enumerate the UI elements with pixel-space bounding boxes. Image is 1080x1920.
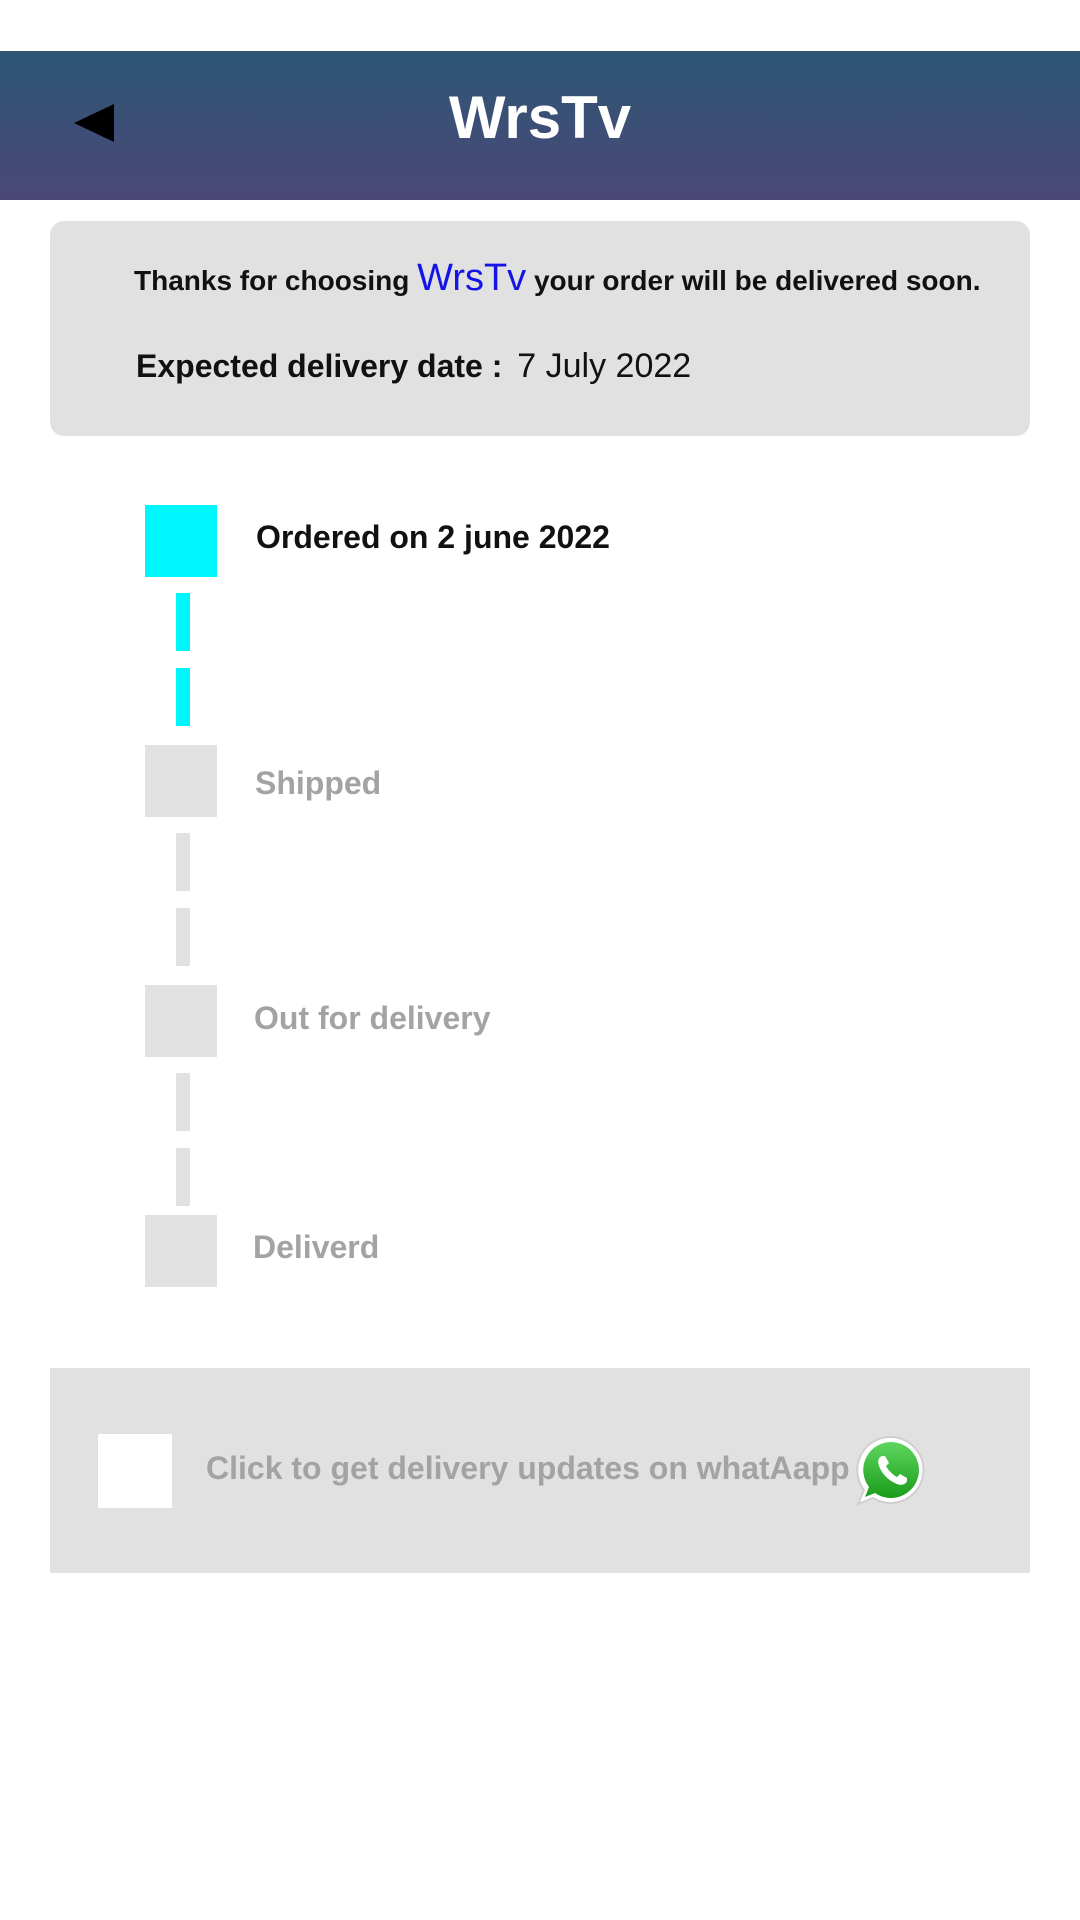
step-label-shipped: Shipped <box>255 765 382 801</box>
connector-dash <box>176 1073 190 1131</box>
expected-delivery: Expected delivery date : 7 July 2022 <box>136 347 691 386</box>
connector-dash <box>176 668 190 726</box>
thanks-message: Thanks for choosing WrsTv your order wil… <box>134 257 981 300</box>
step-indicator-delivered <box>145 1215 217 1287</box>
step-label-out-for-delivery: Out for delivery <box>254 1000 491 1036</box>
app-bar: WrsTv <box>0 51 1080 200</box>
step-label-ordered: Ordered on 2 june 2022 <box>256 519 610 555</box>
order-info-card: Thanks for choosing WrsTv your order wil… <box>50 221 1030 436</box>
brand-name: WrsTv <box>417 257 527 299</box>
step-indicator-ordered <box>145 505 217 577</box>
connector-dash <box>176 1148 190 1206</box>
whatsapp-updates-text[interactable]: Click to get delivery updates on whatAap… <box>206 1450 850 1487</box>
app-title: WrsTv <box>448 84 632 151</box>
connector-dash <box>176 908 190 966</box>
connector-dash <box>176 593 190 651</box>
delivery-date: 7 July 2022 <box>517 347 692 385</box>
step-indicator-out-for-delivery <box>145 985 217 1057</box>
whatsapp-updates-panel: Click to get delivery updates on whatAap… <box>50 1368 1030 1573</box>
step-indicator-shipped <box>145 745 217 817</box>
whatsapp-icon[interactable] <box>854 1434 928 1508</box>
whatsapp-updates-checkbox[interactable] <box>98 1434 172 1508</box>
connector-dash <box>176 833 190 891</box>
step-label-delivered: Deliverd <box>253 1229 380 1265</box>
thanks-prefix: Thanks for choosing <box>134 265 410 296</box>
thanks-suffix: your order will be delivered soon. <box>533 265 981 296</box>
delivery-label: Expected delivery date : <box>136 348 503 384</box>
